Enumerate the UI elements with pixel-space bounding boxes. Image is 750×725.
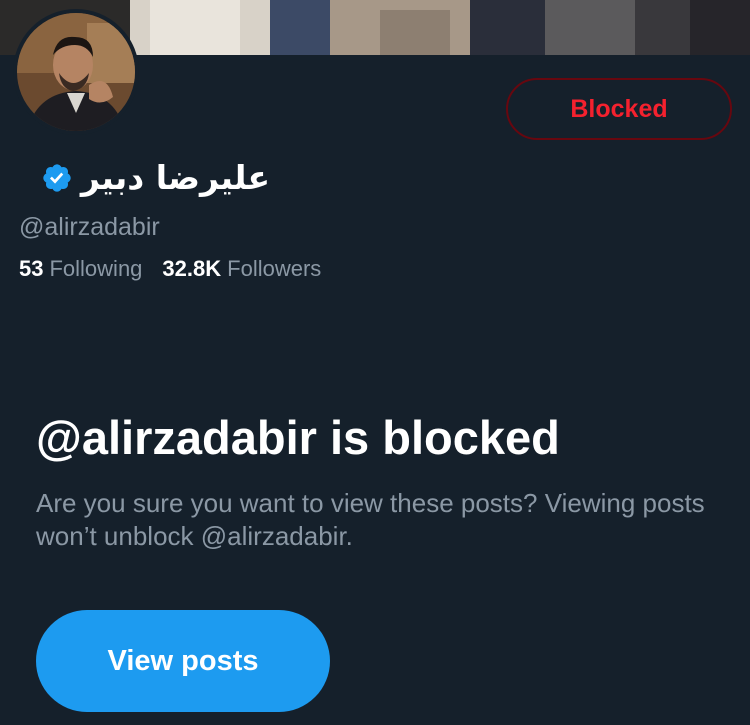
blocked-notice-description: Are you sure you want to view these post… bbox=[36, 488, 705, 551]
following-link[interactable]: 53 Following bbox=[19, 256, 142, 282]
profile-stats: 53 Following 32.8K Followers bbox=[19, 256, 321, 282]
blocked-button[interactable]: Blocked bbox=[506, 78, 732, 140]
view-posts-button[interactable]: View posts bbox=[36, 610, 330, 712]
blocked-button-label: Blocked bbox=[570, 94, 668, 123]
following-label: Following bbox=[49, 256, 143, 281]
profile-page: Blocked علیرضا دبیر @alirzadabir 53 Follo… bbox=[0, 0, 750, 725]
followers-label: Followers bbox=[227, 256, 322, 281]
following-count: 53 bbox=[19, 256, 44, 281]
followers-link[interactable]: 32.8K Followers bbox=[162, 256, 321, 282]
name-row: علیرضا دبیر bbox=[41, 158, 270, 197]
verified-badge-icon[interactable] bbox=[41, 162, 73, 194]
display-name: علیرضا دبیر bbox=[80, 158, 270, 197]
followers-count: 32.8K bbox=[162, 256, 222, 281]
view-posts-label: View posts bbox=[107, 644, 259, 677]
avatar[interactable] bbox=[13, 9, 139, 135]
blocked-notice-title: @alirzadabir is blocked bbox=[36, 411, 560, 464]
profile-handle: @alirzadabir bbox=[19, 213, 160, 241]
